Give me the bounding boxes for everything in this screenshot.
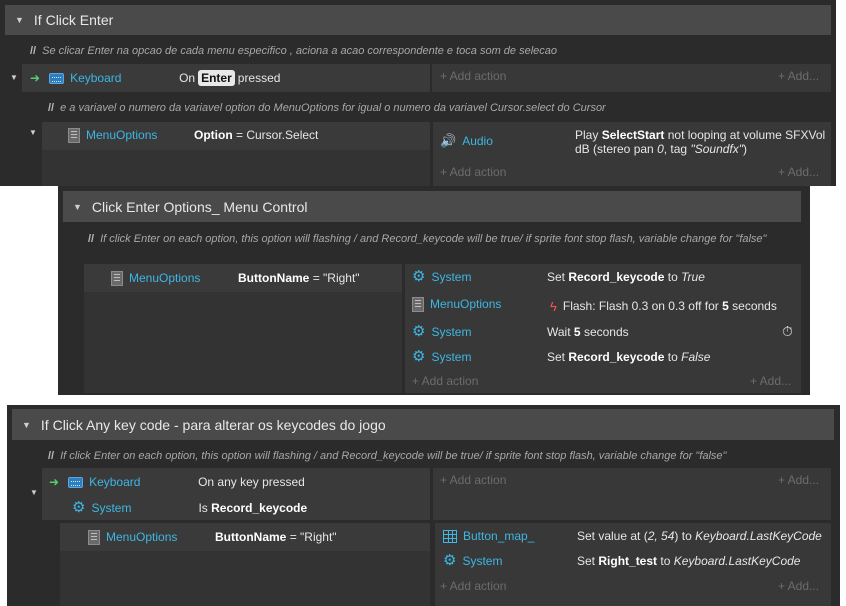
speaker-icon: 🔊 [440,133,457,148]
action-set-value-at[interactable]: Set value at (2, 54) to Keyboard.LastKey… [577,525,822,547]
add-more-link[interactable]: + Add... [750,370,791,392]
group-title: If Click Any key code - para alterar os … [40,416,386,433]
condition-keyboard-any-key[interactable]: ➜ Keyboard On any key pressed [49,471,305,493]
sprite-font-icon [412,296,424,312]
gear-icon: ⚙ [412,323,426,340]
keyboard-icon [49,72,65,84]
gear-icon: ⚙ [72,499,86,516]
comment-icon: // [30,45,37,57]
action-object-system[interactable]: ⚙ System [412,346,471,368]
lightning-icon: ϟ [550,298,557,314]
sprite-font-icon [111,270,123,286]
comment-icon: // [48,450,55,462]
group-header-click-enter-options[interactable]: ▼ Click Enter Options_ Menu Control [63,191,801,222]
action-wait[interactable]: Wait 5 seconds [547,321,629,343]
gear-icon: ⚙ [443,552,457,569]
add-action-link[interactable]: + Add action [440,575,506,597]
collapse-triangle-icon[interactable]: ▼ [73,202,82,212]
event-collapse-triangle-icon[interactable]: ▼ [29,128,37,137]
action-audio-play[interactable]: Play SelectStart not looping at volume S… [575,128,831,156]
timer-icon: ⏱ [782,323,793,339]
gear-icon: ⚙ [412,268,426,285]
add-more-link[interactable]: + Add... [778,65,819,87]
action-object-menuoptions[interactable]: MenuOptions [412,293,501,315]
comment-icon: // [88,233,95,245]
condition-menuoptions-buttonname[interactable]: MenuOptions ButtonName = "Right" [88,526,337,548]
group-header-if-click-enter[interactable]: ▼ If Click Enter [5,5,831,35]
group-title: If Click Enter [33,12,114,28]
condition-system-is-record-keycode[interactable]: ⚙ System Is Record_keycode [72,497,307,519]
action-flash[interactable]: ϟ Flash: Flash 0.3 on 0.3 off for 5 seco… [550,295,777,317]
collapse-triangle-icon[interactable]: ▼ [22,420,31,430]
action-set-record-keycode-true[interactable]: Set Record_keycode to True [547,266,705,288]
action-object-system[interactable]: ⚙ System [412,266,471,288]
condition-block-empty[interactable] [60,551,430,606]
gear-icon: ⚙ [412,348,426,365]
add-more-link[interactable]: + Add... [778,161,819,183]
grid-icon [443,529,457,543]
comment-row[interactable]: //Se clicar Enter na opcao de cada menu … [30,45,830,58]
add-more-link[interactable]: + Add... [778,575,819,597]
keyboard-icon [68,476,84,488]
trigger-arrow-icon: ➜ [49,475,60,489]
event-collapse-triangle-icon[interactable]: ▼ [10,73,18,82]
action-object-system[interactable]: ⚙ System [443,550,502,572]
action-object-system[interactable]: ⚙ System [412,321,471,343]
action-audio-object[interactable]: 🔊 Audio [440,130,493,152]
group-header-if-click-any-key[interactable]: ▼ If Click Any key code - para alterar o… [12,409,834,440]
sprite-font-icon [88,529,100,545]
add-more-link[interactable]: + Add... [778,469,819,491]
key-badge: Enter [198,70,235,86]
condition-block-empty[interactable] [84,292,402,393]
comment-row[interactable]: //If click Enter on each option, this op… [48,450,834,463]
action-object-button-map[interactable]: Button_map_ [443,525,534,547]
add-action-link[interactable]: + Add action [440,469,506,491]
action-set-record-keycode-false[interactable]: Set Record_keycode to False [547,346,710,368]
condition-menuoptions-buttonname[interactable]: MenuOptions ButtonName = "Right" [111,267,360,289]
condition-menuoptions-option[interactable]: MenuOptions Option = Cursor.Select [68,124,318,146]
trigger-arrow-icon: ➜ [30,71,41,85]
condition-block-empty[interactable] [42,150,430,186]
group-title: Click Enter Options_ Menu Control [91,198,308,215]
add-action-link[interactable]: + Add action [412,370,478,392]
sprite-font-icon [68,127,80,143]
collapse-triangle-icon[interactable]: ▼ [15,15,24,25]
event-collapse-triangle-icon[interactable]: ▼ [30,488,38,497]
comment-icon: // [48,102,55,114]
action-set-right-test[interactable]: Set Right_test to Keyboard.LastKeyCode [577,550,800,572]
comment-row[interactable]: //e a variavel o numero da variavel opti… [48,102,828,115]
add-action-link[interactable]: + Add action [440,161,506,183]
condition-keyboard-on-enter[interactable]: ➜ Keyboard On Enter pressed [30,67,280,89]
add-action-link[interactable]: + Add action [440,65,506,87]
comment-row[interactable]: //If click Enter on each option, this op… [88,233,798,246]
